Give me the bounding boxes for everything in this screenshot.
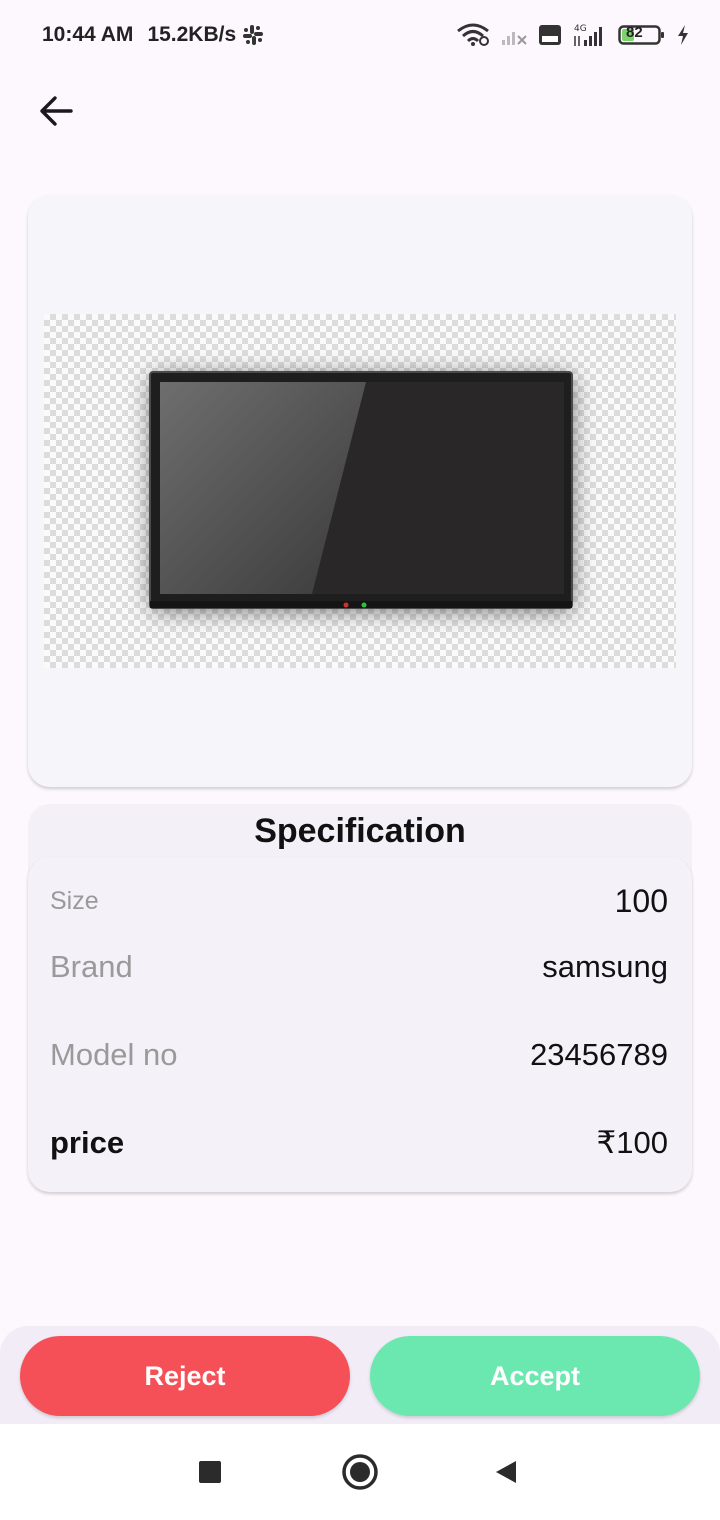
- spec-row-brand: Brand samsung: [50, 949, 668, 985]
- battery-icon: 82: [618, 23, 666, 47]
- wifi-icon: [456, 23, 490, 47]
- spec-row-size: Size 100: [50, 883, 668, 920]
- signal-x-icon: [500, 24, 528, 46]
- accept-button[interactable]: Accept: [370, 1336, 700, 1416]
- home-button[interactable]: [336, 1448, 384, 1496]
- spec-value: 23456789: [530, 1037, 668, 1072]
- volte-icon: [538, 24, 562, 46]
- spec-value: samsung: [542, 949, 668, 984]
- spec-row-model: Model no 23456789: [50, 1037, 668, 1073]
- spec-value: 100: [614, 883, 668, 919]
- status-right: 4G 82: [456, 22, 690, 48]
- spec-label: Brand: [50, 949, 133, 984]
- status-network-speed: 15.2KB/s: [147, 23, 237, 46]
- product-image: [44, 314, 676, 668]
- svg-text:4G: 4G: [574, 24, 587, 34]
- spec-value: ₹100: [596, 1125, 668, 1160]
- reject-button[interactable]: Reject: [20, 1336, 350, 1416]
- charging-icon: [676, 24, 690, 46]
- system-nav-bar: [0, 1424, 720, 1520]
- back-triangle-icon: [492, 1458, 520, 1486]
- 4g-signal-icon: 4G: [572, 22, 608, 48]
- status-left: 10:44 AM 15.2KB/s: [42, 23, 264, 47]
- home-circle-icon: [341, 1453, 379, 1491]
- product-image-card: [28, 195, 692, 787]
- status-time: 10:44 AM: [42, 23, 134, 46]
- television-icon: [44, 314, 676, 668]
- back-nav-button[interactable]: [482, 1448, 530, 1496]
- spec-label: price: [50, 1125, 125, 1160]
- specification-card: Specification Size 100 Brand samsung Mod…: [28, 804, 692, 1192]
- recents-square-icon: [197, 1459, 223, 1485]
- spec-label: Size: [50, 887, 99, 915]
- spec-label: Model no: [50, 1037, 178, 1072]
- action-bar: Reject Accept: [0, 1326, 720, 1424]
- spec-row-price: price ₹100: [50, 1125, 668, 1161]
- arrow-left-icon: [39, 93, 75, 129]
- status-bar: 10:44 AM 15.2KB/s 4G 82: [0, 0, 720, 70]
- slack-icon: [242, 24, 264, 46]
- battery-level: 82: [626, 24, 643, 41]
- recents-button[interactable]: [186, 1448, 234, 1496]
- back-button[interactable]: [30, 84, 84, 138]
- specification-title: Specification: [254, 812, 466, 850]
- specification-details: Size 100 Brand samsung Model no 23456789…: [28, 857, 692, 1192]
